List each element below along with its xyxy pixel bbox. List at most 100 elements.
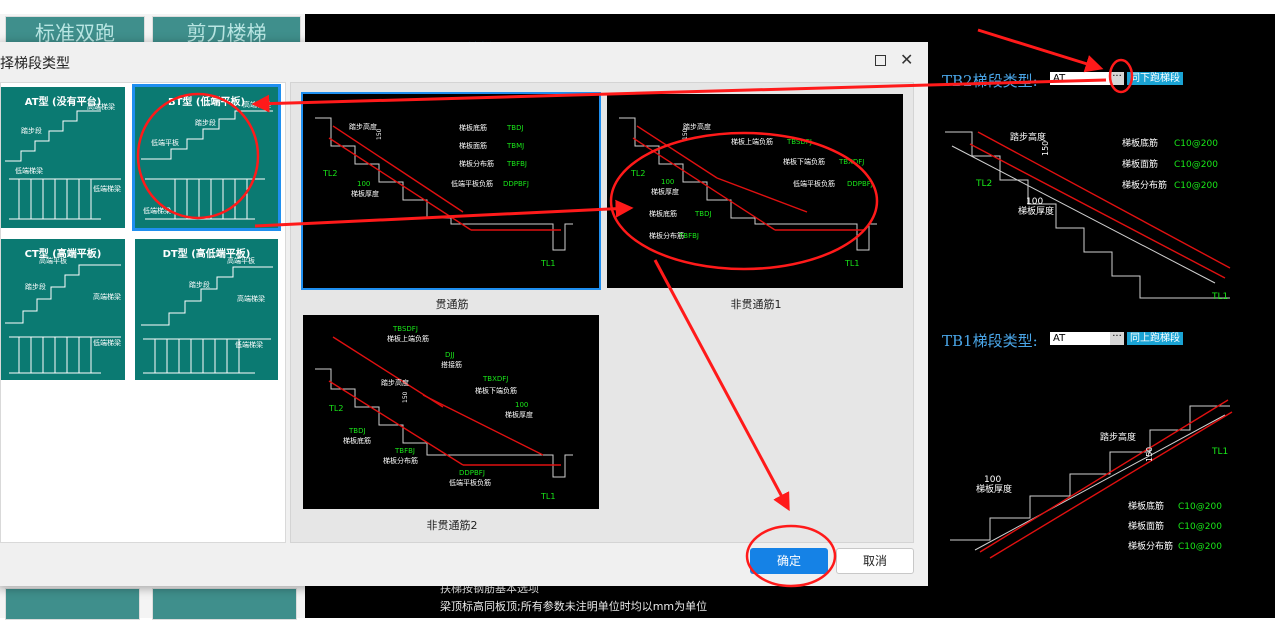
canvas-note-2: 梁顶标高同板顶;所有参数未注明单位时均以mm为单位 xyxy=(440,600,708,613)
type-label: 低端梯梁 xyxy=(235,340,263,349)
type-label: 低端梯梁 xyxy=(143,206,171,215)
type-tile-dt[interactable]: DT型 (高低端平板) 高端平板 踏步段 高端梯梁 低端梯梁 xyxy=(135,239,278,380)
type-label: 低端梯梁 xyxy=(93,184,121,193)
preview-label: 梯板分布筋 xyxy=(383,456,418,465)
preview-continuous-bar[interactable]: 踏步高度 梯板底筋 TBDJ 梯板面筋 TBMJ 梯板分布筋 TBFBJ 低端平… xyxy=(301,92,601,290)
preview-code: DDPBFJ xyxy=(847,180,873,188)
background-tile-bottom-right[interactable] xyxy=(152,588,297,620)
type-tile-at[interactable]: AT型 (没有平台) 高端梯梁 踏步段 低端梯梁 低端梯梁 xyxy=(1,87,125,228)
preview-code: TBDJ xyxy=(694,210,712,218)
tb2-stair-drawing: 踏步高度 150 梯板底筋 C10@200 梯板面筋 C10@200 梯板分布筋… xyxy=(945,131,1231,302)
preview-label: 低端平板负筋 xyxy=(449,478,491,487)
tb2-type-input[interactable]: AT xyxy=(1050,72,1111,85)
preview-label: 梯板上端负筋 xyxy=(731,137,773,146)
preview-dim: 150 xyxy=(402,391,409,403)
preview-label: 踏步高度 xyxy=(349,122,377,131)
tb1-face-bar-value: C10@200 xyxy=(1178,522,1222,532)
preview-tl2: TL2 xyxy=(328,404,343,413)
preview-label: 低端平板负筋 xyxy=(451,179,493,188)
preview-label: 梯板下端负筋 xyxy=(475,386,517,395)
preview-continuous-diagram: 踏步高度 梯板底筋 TBDJ 梯板面筋 TBMJ 梯板分布筋 TBFBJ 低端平… xyxy=(315,117,573,268)
type-label: 高端梯梁 xyxy=(237,294,265,303)
type-ct-diagram: 高端平板 踏步段 高端梯梁 低端梯梁 xyxy=(5,256,121,374)
preview-tl2: TL2 xyxy=(630,169,645,178)
tb2-bottom-bar-label: 梯板底筋 xyxy=(1122,137,1158,149)
preview-tl1: TL1 xyxy=(540,492,555,501)
tb1-dim-100: 100 xyxy=(984,475,1001,485)
preview-noncontinuous-1[interactable]: 踏步高度 梯板上端负筋 TBSDFJ 梯板下端负筋 TBXDFJ 低端平板负筋 … xyxy=(607,94,903,288)
type-label: 高端平板 xyxy=(227,256,255,265)
tb2-thickness-label: 梯板厚度 xyxy=(1018,205,1054,217)
tb1-browse-button[interactable]: ··· xyxy=(1110,332,1124,345)
tb1-bottom-bar-value: C10@200 xyxy=(1178,502,1222,512)
tb2-dist-bar-value: C10@200 xyxy=(1174,181,1218,191)
tb1-dim-150: 150 xyxy=(1145,447,1154,462)
tb1-face-bar-label: 梯板面筋 xyxy=(1128,520,1164,532)
type-label: 高端梯梁 xyxy=(243,100,271,109)
preview-tl1: TL1 xyxy=(844,259,859,268)
preview-code: DDPBFJ xyxy=(503,180,529,188)
type-at-diagram: 高端梯梁 踏步段 低端梯梁 低端梯梁 xyxy=(5,102,121,220)
preview-code: TBFBJ xyxy=(506,160,527,168)
preview-dim: 150 xyxy=(682,128,689,140)
tb2-face-bar-label: 梯板面筋 xyxy=(1122,158,1158,170)
preview-label: 梯板底筋 xyxy=(343,436,371,445)
preview-label: 搭接筋 xyxy=(441,360,462,369)
preview-code: TBXDFJ xyxy=(482,375,508,383)
preview-noncontinuous-2[interactable]: TBSDFJ 梯板上端负筋 DJJ 搭接筋 踏步高度 TBXDFJ 梯板下端负筋… xyxy=(303,315,599,509)
preview-label: 梯板分布筋 xyxy=(459,159,494,168)
type-label: 踏步段 xyxy=(189,280,210,289)
preview-label: 梯板厚度 xyxy=(505,410,533,419)
preview-code: DJJ xyxy=(445,351,455,359)
type-label: 高端平板 xyxy=(39,256,67,265)
type-label: 低端平板 xyxy=(151,138,179,147)
preview-label: 梯板底筋 xyxy=(649,209,677,218)
tb1-step-height-label: 踏步高度 xyxy=(1100,431,1136,443)
type-label: 低端梯梁 xyxy=(93,338,121,347)
dialog-title: 择梯段类型 xyxy=(0,56,70,72)
reinforcement-preview-panel: 踏步高度 梯板底筋 TBDJ 梯板面筋 TBMJ 梯板分布筋 TBFBJ 低端平… xyxy=(290,82,914,543)
tb1-same-as-upper-button[interactable]: 同上跑梯段 xyxy=(1127,332,1183,345)
tb1-type-label: TB1梯段类型: xyxy=(942,332,1038,350)
preview-label: 低端平板负筋 xyxy=(793,179,835,188)
confirm-button[interactable]: 确定 xyxy=(750,548,828,574)
type-tile-bt[interactable]: BT型 (低端平板) 高端梯梁 踏步段 低端平板 低端梯梁 xyxy=(132,84,281,231)
type-label: 高端梯梁 xyxy=(93,292,121,301)
tb2-bottom-bar-value: C10@200 xyxy=(1174,139,1218,149)
tb2-dim-150: 150 xyxy=(1041,141,1050,156)
preview-dim: 100 xyxy=(357,180,370,188)
preview-code: TBSDFJ xyxy=(786,138,812,146)
tb1-type-input[interactable]: AT xyxy=(1050,332,1111,345)
type-label: 踏步段 xyxy=(195,118,216,127)
tb2-face-bar-value: C10@200 xyxy=(1174,160,1218,170)
type-bt-diagram: 高端梯梁 踏步段 低端平板 低端梯梁 xyxy=(141,100,273,220)
preview-code: TBMJ xyxy=(506,142,524,150)
background-tile-bottom-left[interactable] xyxy=(5,588,140,620)
preview-dim: 150 xyxy=(376,128,383,140)
preview-code: TBDJ xyxy=(348,427,366,435)
cancel-button[interactable]: 取消 xyxy=(836,548,914,574)
preview-label: 梯板下端负筋 xyxy=(783,157,825,166)
tb2-tl2-label: TL2 xyxy=(975,179,992,189)
tb2-same-as-lower-button[interactable]: 同下跑梯段 xyxy=(1127,72,1183,85)
tb2-dim-100: 100 xyxy=(1026,197,1043,207)
preview-label: 踏步高度 xyxy=(381,378,409,387)
tb1-tl1-label: TL1 xyxy=(1211,447,1228,457)
tb1-dist-bar-value: C10@200 xyxy=(1178,542,1222,552)
preview-label: 梯板面筋 xyxy=(459,141,487,150)
tb1-dist-bar-label: 梯板分布筋 xyxy=(1128,540,1173,552)
preview-caption: 贯通筋 xyxy=(435,298,469,311)
maximize-icon[interactable] xyxy=(875,55,886,66)
preview-tl1: TL1 xyxy=(540,259,555,268)
type-label: 高端梯梁 xyxy=(87,102,115,111)
preview-dim: 100 xyxy=(515,401,528,409)
preview-code: TBFBJ xyxy=(678,232,699,240)
tb2-browse-button[interactable]: ··· xyxy=(1110,72,1124,85)
preview-code: TBXDFJ xyxy=(838,158,864,166)
type-tile-ct[interactable]: CT型 (高端平板) 高端平板 踏步段 高端梯梁 低端梯梁 xyxy=(1,239,125,380)
tb1-stair-drawing: 踏步高度 150 TL1 100 梯板厚度 梯板底筋 C10@200 梯板面筋 … xyxy=(950,399,1233,559)
preview-noncontinuous-1-diagram: 踏步高度 梯板上端负筋 TBSDFJ 梯板下端负筋 TBXDFJ 低端平板负筋 … xyxy=(619,117,877,268)
close-icon[interactable]: ✕ xyxy=(900,50,913,69)
type-label: 踏步段 xyxy=(21,126,42,135)
preview-code: DDPBFJ xyxy=(459,469,485,477)
